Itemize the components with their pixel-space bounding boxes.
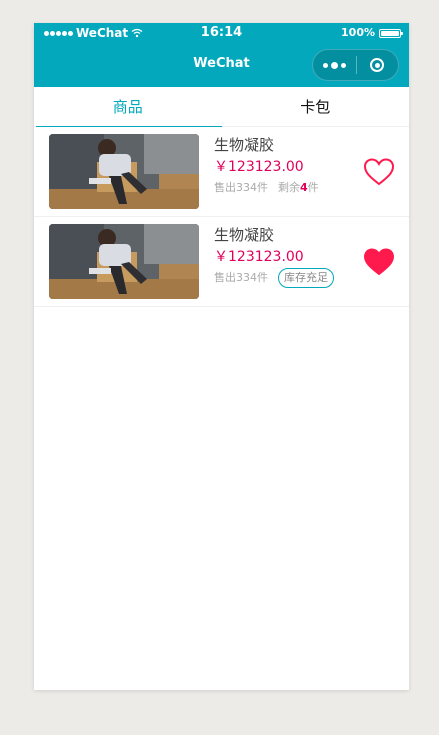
- heart-outline-icon[interactable]: [363, 157, 395, 187]
- nav-header: WeChat 16:14 100% WeChat: [34, 23, 409, 87]
- heart-filled-icon[interactable]: [363, 247, 395, 277]
- battery-area: 100%: [341, 26, 403, 40]
- tab-bar: 商品 卡包: [34, 87, 409, 127]
- tab-products[interactable]: 商品: [34, 87, 222, 127]
- product-image[interactable]: [49, 224, 199, 299]
- product-price: ￥123123.00: [214, 159, 304, 175]
- battery-icon: [379, 28, 403, 38]
- product-list: 生物凝胶 ￥123123.00 售出334件 剩余4件 生物凝胶 ￥123123…: [34, 127, 409, 307]
- product-image[interactable]: [49, 134, 199, 209]
- stock-status-badge: 库存充足: [278, 268, 334, 288]
- remaining-prefix: 剩余: [278, 181, 300, 194]
- phone-screen: WeChat 16:14 100% WeChat 商品 卡包 生物凝胶 ￥123…: [34, 23, 409, 690]
- sold-count: 售出334件: [214, 181, 268, 194]
- remaining-count: 4: [300, 181, 308, 194]
- remaining-stock: 剩余4件: [278, 178, 319, 198]
- product-meta: 售出334件 库存充足: [214, 268, 334, 288]
- list-item[interactable]: 生物凝胶 ￥123123.00 售出334件 剩余4件: [34, 127, 409, 217]
- remaining-suffix: 件: [307, 181, 319, 194]
- close-circle-icon[interactable]: [356, 50, 398, 80]
- product-info: 生物凝胶 ￥123123.00 售出334件 剩余4件: [214, 135, 319, 198]
- sold-count: 售出334件: [214, 271, 268, 284]
- tab-card-wallet[interactable]: 卡包: [222, 87, 410, 126]
- product-meta: 售出334件 剩余4件: [214, 178, 319, 198]
- miniprogram-capsule: [312, 49, 399, 81]
- product-price: ￥123123.00: [214, 249, 304, 265]
- status-bar: WeChat 16:14 100%: [34, 23, 409, 43]
- product-info: 生物凝胶 ￥123123.00 售出334件 库存充足: [214, 225, 334, 288]
- more-dots-icon[interactable]: [313, 50, 356, 80]
- battery-percent: 100%: [341, 26, 375, 39]
- product-name[interactable]: 生物凝胶: [214, 135, 319, 155]
- product-name[interactable]: 生物凝胶: [214, 225, 334, 245]
- list-item[interactable]: 生物凝胶 ￥123123.00 售出334件 库存充足: [34, 217, 409, 307]
